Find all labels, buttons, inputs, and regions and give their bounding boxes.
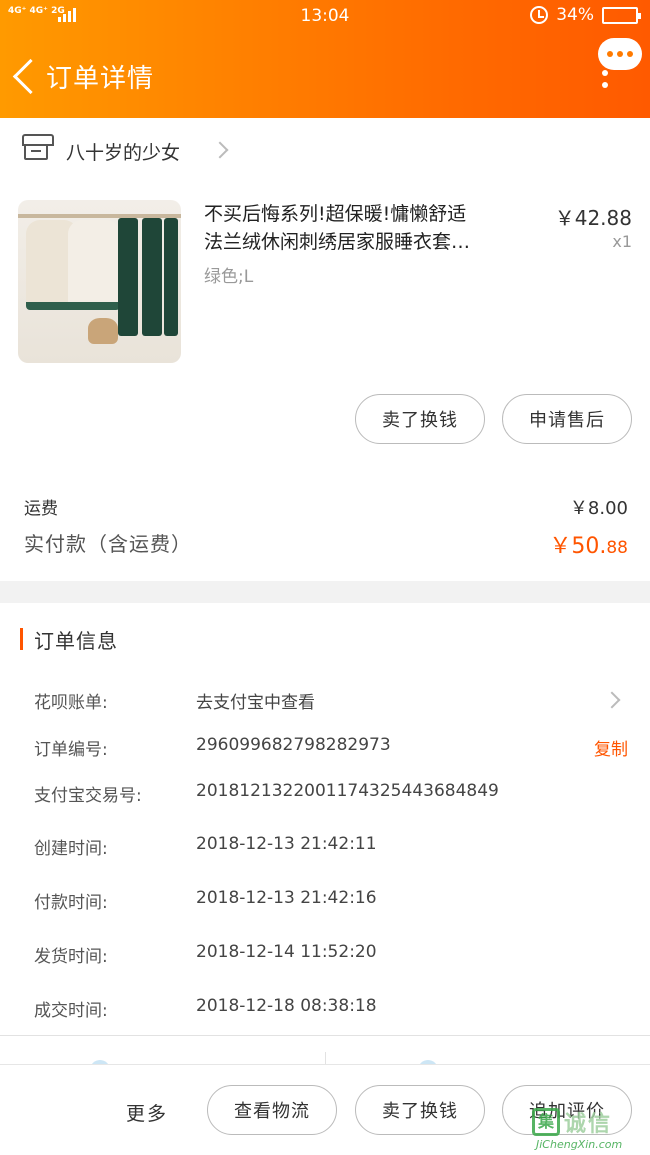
huabei-row[interactable]: 花呗账单: 去支付宝中查看 (0, 686, 650, 716)
status-bar: 4G⁺ 4G⁺ 2G 13:04 34% (0, 0, 650, 34)
paid-label: 实付款（含运费） (24, 532, 192, 556)
section-accent-bar (20, 628, 23, 650)
created-time-row: 创建时间: 2018-12-13 21:42:11 (34, 834, 377, 859)
section-gap (0, 581, 650, 603)
shipping-value: ￥8.00 (569, 498, 628, 519)
battery-icon (602, 6, 641, 24)
chevron-right-icon (603, 691, 621, 709)
back-button[interactable] (10, 56, 40, 96)
alipay-trade-row: 支付宝交易号: 2018121322001174325443684849 (34, 781, 499, 806)
more-dots-icon (602, 70, 608, 94)
page-title: 订单详情 (46, 64, 155, 94)
battery-percent: 34% (556, 5, 594, 25)
alarm-icon (530, 6, 549, 24)
order-number-row: 订单编号: 296099682798282973 复制 (34, 735, 628, 760)
product-quantity: x1 (612, 232, 632, 251)
sell-button-bottom[interactable]: 卖了换钱 (355, 1085, 485, 1135)
copy-button[interactable]: 复制 (594, 735, 628, 760)
product-title[interactable]: 不买后悔系列!超保暖!慵懒舒适 法兰绒休闲刺绣居家服睡衣套… (204, 200, 534, 256)
shop-name: 八十岁的少女 (66, 142, 181, 164)
view-logistics-button[interactable]: 查看物流 (207, 1085, 337, 1135)
more-menu-button[interactable] (596, 36, 644, 96)
paid-time-row: 付款时间: 2018-12-13 21:42:16 (34, 888, 377, 913)
header: 4G⁺ 4G⁺ 2G 13:04 34% 订单详情 (0, 0, 650, 118)
paid-amount: ￥50.88 (549, 534, 628, 559)
chevron-right-icon (211, 141, 229, 159)
message-icon (598, 38, 642, 70)
shipped-time-row: 发货时间: 2018-12-14 11:52:20 (34, 942, 377, 967)
more-button[interactable]: 更多 (126, 1099, 168, 1126)
product-sku: 绿色;L (204, 267, 254, 287)
sell-button[interactable]: 卖了换钱 (355, 394, 485, 444)
divider (0, 1035, 650, 1036)
product-image[interactable] (18, 200, 181, 363)
aftersale-button[interactable]: 申请售后 (502, 394, 632, 444)
shop-row[interactable]: 八十岁的少女 (0, 118, 650, 182)
shipping-label: 运费 (24, 499, 58, 519)
completed-time-row: 成交时间: 2018-12-18 08:38:18 (34, 996, 377, 1021)
shop-icon (22, 134, 54, 160)
product-price: ￥42.88 (554, 206, 632, 230)
order-info-title: 订单信息 (34, 629, 118, 653)
watermark-logo: 集 诚信 JiChengXin.com (528, 1104, 646, 1152)
order-detail-page: 4G⁺ 4G⁺ 2G 13:04 34% 订单详情 八十岁的少女 不买后悔系列!… (0, 0, 650, 1155)
